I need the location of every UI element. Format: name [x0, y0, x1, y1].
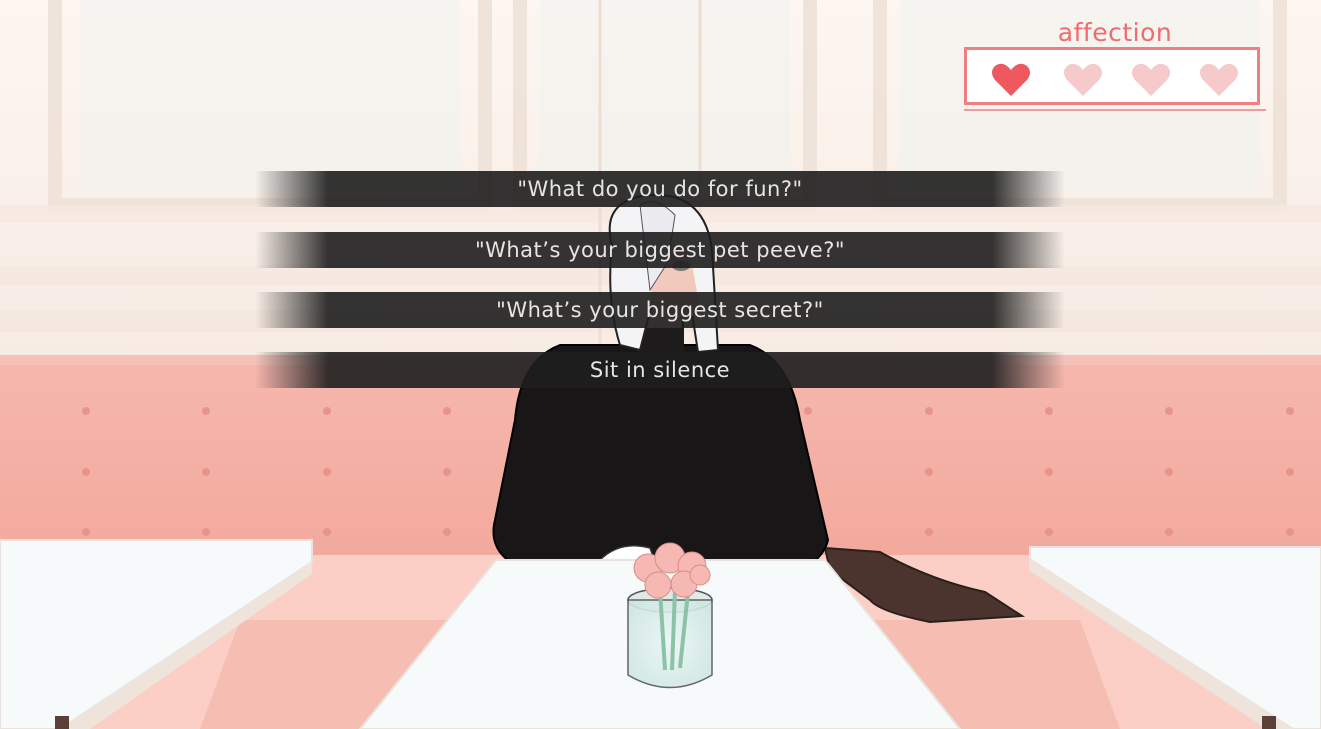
choice-sit-in-silence[interactable]: Sit in silence — [255, 352, 1065, 388]
heart-filled-icon — [992, 63, 1030, 96]
affection-title: affection — [1057, 18, 1173, 47]
affection-meter: affection — [964, 14, 1266, 114]
heart-empty-icon — [1132, 63, 1170, 96]
affection-underline — [964, 109, 1266, 111]
choice-fun-question[interactable]: "What do you do for fun?" — [255, 171, 1065, 207]
heart-empty-icon — [1200, 63, 1238, 96]
choice-secret-question[interactable]: "What’s your biggest secret?" — [255, 292, 1065, 328]
choice-pet-peeve-question[interactable]: "What’s your biggest pet peeve?" — [255, 232, 1065, 268]
heart-empty-icon — [1064, 63, 1102, 96]
affection-hearts-box — [964, 47, 1260, 105]
